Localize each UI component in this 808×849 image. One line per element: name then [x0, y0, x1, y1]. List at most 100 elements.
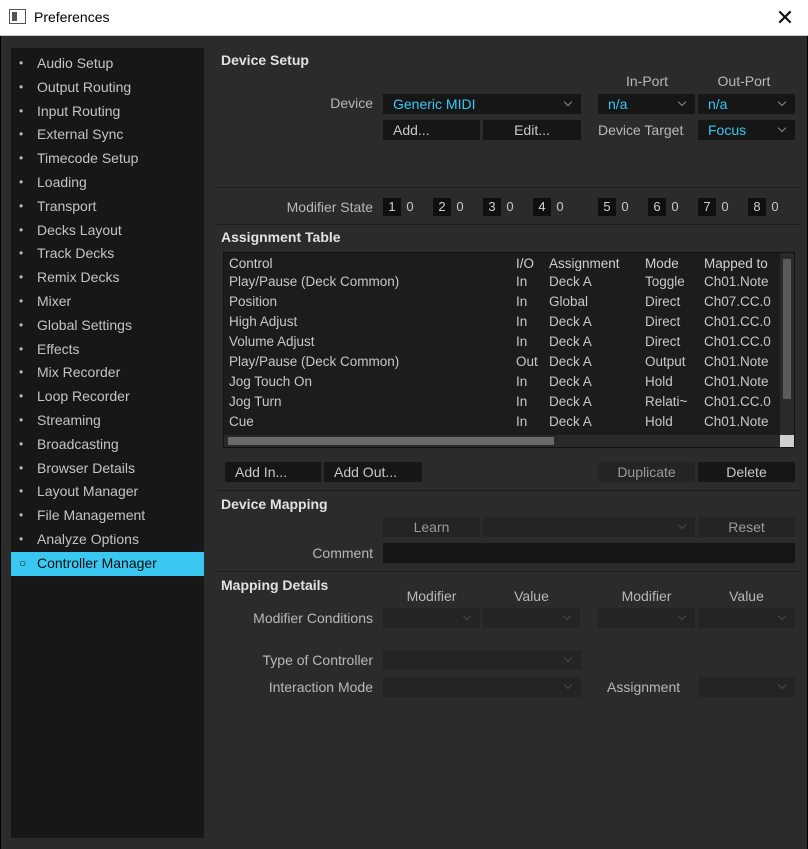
sidebar-item-timecode-setup[interactable]: • Timecode Setup [11, 147, 204, 171]
table-cell-assignment: Deck A [549, 394, 592, 409]
bullet-icon: • [19, 151, 24, 166]
table-cell-control: Play/Pause (Deck Common) [229, 354, 400, 369]
column-header-mode[interactable]: Mode [645, 256, 679, 271]
scrollbar-thumb[interactable] [783, 259, 791, 399]
table-row[interactable]: Position In Global Direct Ch07.CC.0 [224, 293, 780, 313]
sidebar-item-controller-manager[interactable]: ○ Controller Manager [11, 551, 204, 576]
sidebar-item-output-routing[interactable]: • Output Routing [11, 76, 204, 100]
device-dropdown[interactable]: Generic MIDI [383, 94, 581, 114]
sidebar-item-external-sync[interactable]: • External Sync [11, 123, 204, 147]
edit-device-button[interactable]: Edit... [483, 120, 581, 140]
sidebar-item-broadcasting[interactable]: • Broadcasting [11, 433, 204, 457]
chevron-down-icon [462, 608, 474, 628]
sidebar-item-mix-recorder[interactable]: • Mix Recorder [11, 361, 204, 385]
divider [217, 224, 801, 225]
out-port-dropdown[interactable]: n/a [698, 94, 795, 114]
assignment-table-title: Assignment Table [221, 229, 341, 245]
table-row[interactable]: Play/Pause (Deck Common) Out Deck A Output C… [224, 353, 780, 373]
column-header-mapped-to[interactable]: Mapped to [704, 256, 768, 271]
out-port-label: Out-Port [717, 73, 771, 89]
bullet-icon: • [19, 389, 24, 404]
table-row[interactable]: High Adjust In Deck A Direct Ch01.CC.0 [224, 313, 780, 333]
sidebar-item-input-routing[interactable]: • Input Routing [11, 100, 204, 124]
comment-field[interactable] [383, 543, 795, 563]
assignment-dropdown[interactable] [698, 677, 795, 697]
sidebar-item-mixer[interactable]: • Mixer [11, 290, 204, 314]
sidebar-item-global-settings[interactable]: • Global Settings [11, 314, 204, 338]
table-row[interactable]: Jog Touch On In Deck A Hold Ch01.Note [224, 373, 780, 393]
close-icon[interactable]: ✕ [762, 0, 808, 36]
table-cell-i-o: In [516, 374, 528, 389]
chevron-down-icon [677, 608, 689, 628]
delete-button[interactable]: Delete [698, 462, 795, 482]
modifier-state-label: Modifier State [286, 199, 373, 215]
sidebar-item-label: Remix Decks [37, 269, 120, 286]
table-cell-control: Jog Turn [229, 394, 282, 409]
horizontal-scrollbar[interactable] [224, 435, 780, 447]
sidebar-item-track-decks[interactable]: • Track Decks [11, 242, 204, 266]
bullet-icon: • [19, 531, 24, 546]
app-icon [9, 9, 26, 24]
sidebar-item-label: Analyze Options [37, 530, 139, 547]
column-header-i-o[interactable]: I/O [516, 256, 534, 271]
bullet-icon: • [19, 365, 24, 380]
bullet-icon: • [19, 508, 24, 523]
sidebar-item-analyze-options[interactable]: • Analyze Options [11, 528, 204, 552]
table-cell-assignment: Deck A [549, 314, 592, 329]
table-row[interactable]: Volume Adjust In Deck A Direct Ch01.CC.0 [224, 333, 780, 353]
table-row[interactable]: Play/Pause (Deck Common) In Deck A Toggle Ch… [224, 273, 780, 293]
sidebar-item-audio-setup[interactable]: • Audio Setup [11, 52, 204, 76]
sidebar-item-remix-decks[interactable]: • Remix Decks [11, 266, 204, 290]
sidebar-item-label: File Management [37, 507, 146, 524]
device-target-dropdown[interactable]: Focus [698, 120, 795, 140]
add-device-button[interactable]: Add... [383, 120, 480, 140]
table-cell-assignment: Global [549, 294, 589, 309]
chevron-down-icon [777, 608, 789, 628]
sidebar-item-file-management[interactable]: • File Management [11, 504, 204, 528]
bullet-icon: • [19, 484, 24, 499]
interaction-mode-dropdown[interactable] [383, 677, 581, 697]
sidebar-item-decks-layout[interactable]: • Decks Layout [11, 219, 204, 243]
bullet-icon: • [19, 246, 24, 261]
type-of-controller-dropdown[interactable] [383, 650, 581, 670]
comment-label: Comment [312, 545, 373, 561]
bullet-icon: • [19, 127, 24, 142]
sidebar-item-streaming[interactable]: • Streaming [11, 409, 204, 433]
sidebar-item-effects[interactable]: • Effects [11, 338, 204, 362]
add-out-button[interactable]: Add Out... [324, 462, 422, 482]
table-row[interactable]: Jog Turn In Deck A Relati~ Ch01.CC.0 [224, 393, 780, 413]
sidebar-item-loading[interactable]: • Loading [11, 171, 204, 195]
chevron-down-icon [563, 650, 575, 670]
modifier-number: 3 [483, 198, 501, 216]
bullet-icon: • [19, 341, 24, 356]
value-2-dropdown[interactable] [698, 608, 795, 628]
modifier-6: 60 [648, 197, 684, 217]
column-header-control[interactable]: Control [229, 256, 273, 271]
modifier-header-1: Modifier [406, 588, 457, 604]
reset-button[interactable]: Reset [698, 517, 795, 537]
sidebar-item-layout-manager[interactable]: • Layout Manager [11, 480, 204, 504]
sidebar-item-transport[interactable]: • Transport [11, 195, 204, 219]
learn-target-dropdown[interactable] [483, 517, 695, 537]
column-header-assignment[interactable]: Assignment [549, 256, 620, 271]
modifier-value: 0 [456, 199, 464, 214]
modifier-2-dropdown[interactable] [598, 608, 695, 628]
divider [217, 490, 801, 491]
preferences-frame: • Audio Setup • Output Routing • Input Routin… [0, 36, 808, 849]
sidebar-item-label: Timecode Setup [37, 150, 139, 167]
sidebar-item-loop-recorder[interactable]: • Loop Recorder [11, 385, 204, 409]
table-cell-mode: Toggle [645, 274, 685, 289]
in-port-dropdown[interactable]: n/a [598, 94, 695, 114]
modifier-header-2: Modifier [621, 588, 672, 604]
vertical-scrollbar[interactable] [780, 253, 794, 437]
sidebar-item-browser-details[interactable]: • Browser Details [11, 457, 204, 481]
add-in-button[interactable]: Add In... [225, 462, 321, 482]
modifier-number: 7 [698, 198, 716, 216]
value-1-dropdown[interactable] [483, 608, 580, 628]
learn-button[interactable]: Learn [383, 517, 480, 537]
modifier-1-dropdown[interactable] [383, 608, 480, 628]
in-port-label: In-Port [625, 73, 668, 89]
table-row[interactable]: Cue In Deck A Hold Ch01.Note [224, 413, 780, 433]
duplicate-button[interactable]: Duplicate [598, 462, 695, 482]
scrollbar-thumb[interactable] [228, 437, 554, 445]
